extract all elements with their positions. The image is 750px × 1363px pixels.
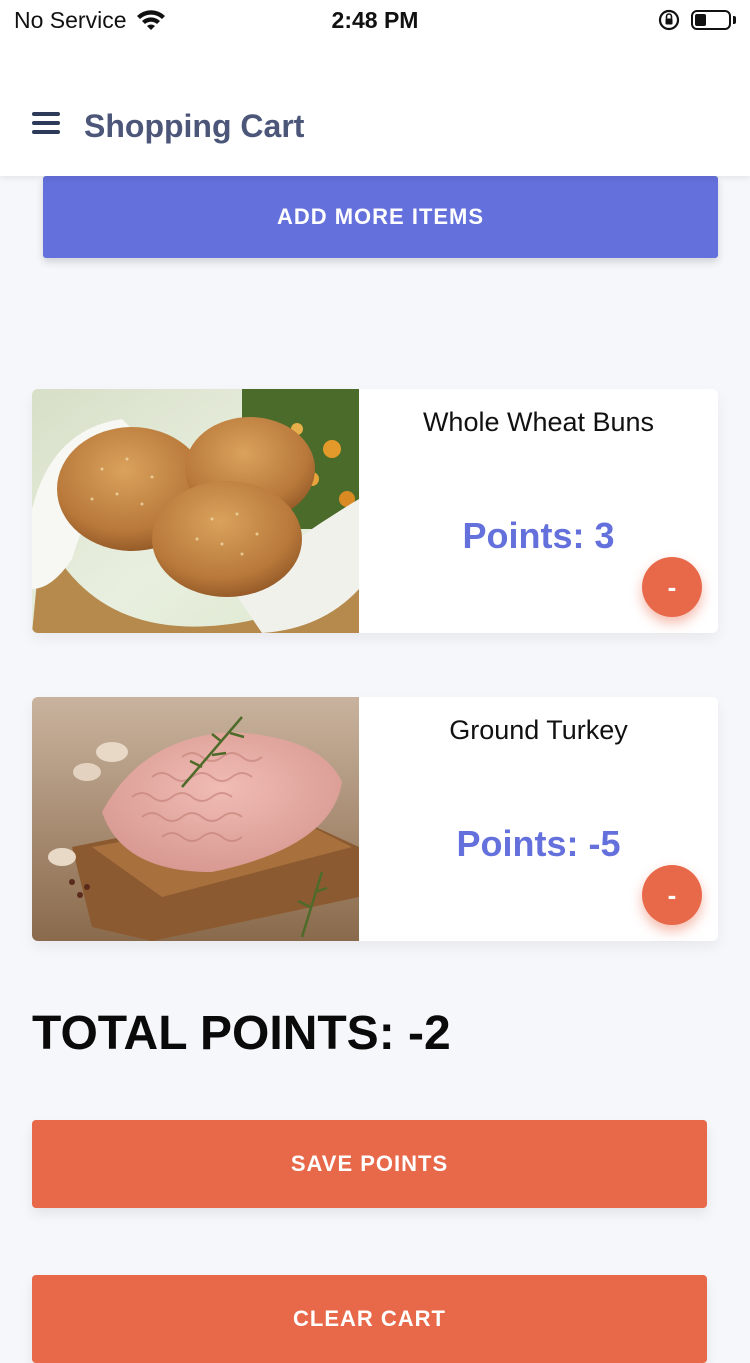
item-points: Points: -5 bbox=[456, 823, 621, 864]
page-title: Shopping Cart bbox=[84, 108, 305, 144]
item-name: Whole Wheat Buns bbox=[422, 407, 655, 437]
app-header: Shopping Cart bbox=[0, 42, 750, 176]
total-points: TOTAL POINTS: -2 bbox=[32, 1007, 451, 1060]
add-more-items-button[interactable]: ADD MORE ITEMS bbox=[43, 176, 718, 258]
remove-item-button[interactable]: - bbox=[642, 557, 702, 617]
rotation-lock-icon bbox=[658, 9, 680, 31]
battery-tip bbox=[733, 16, 736, 24]
save-points-button[interactable]: SAVE POINTS bbox=[32, 1120, 707, 1208]
remove-item-button[interactable]: - bbox=[642, 865, 702, 925]
hamburger-menu-icon[interactable] bbox=[32, 112, 62, 140]
status-time: 2:48 PM bbox=[331, 7, 419, 33]
buns-photo bbox=[32, 389, 359, 633]
item-name: Ground Turkey bbox=[449, 715, 628, 745]
status-right bbox=[657, 8, 736, 32]
status-bar: No Service 2:48 PM bbox=[0, 0, 750, 42]
cart-item-card: Ground Turkey Points: -5 - bbox=[32, 697, 718, 941]
battery-icon bbox=[691, 10, 731, 30]
cart-item-card: Whole Wheat Buns Points: 3 - bbox=[32, 389, 718, 633]
clear-cart-button[interactable]: CLEAR CART bbox=[32, 1275, 707, 1363]
item-points: Points: 3 bbox=[462, 515, 615, 556]
ground-turkey-photo bbox=[32, 697, 359, 941]
